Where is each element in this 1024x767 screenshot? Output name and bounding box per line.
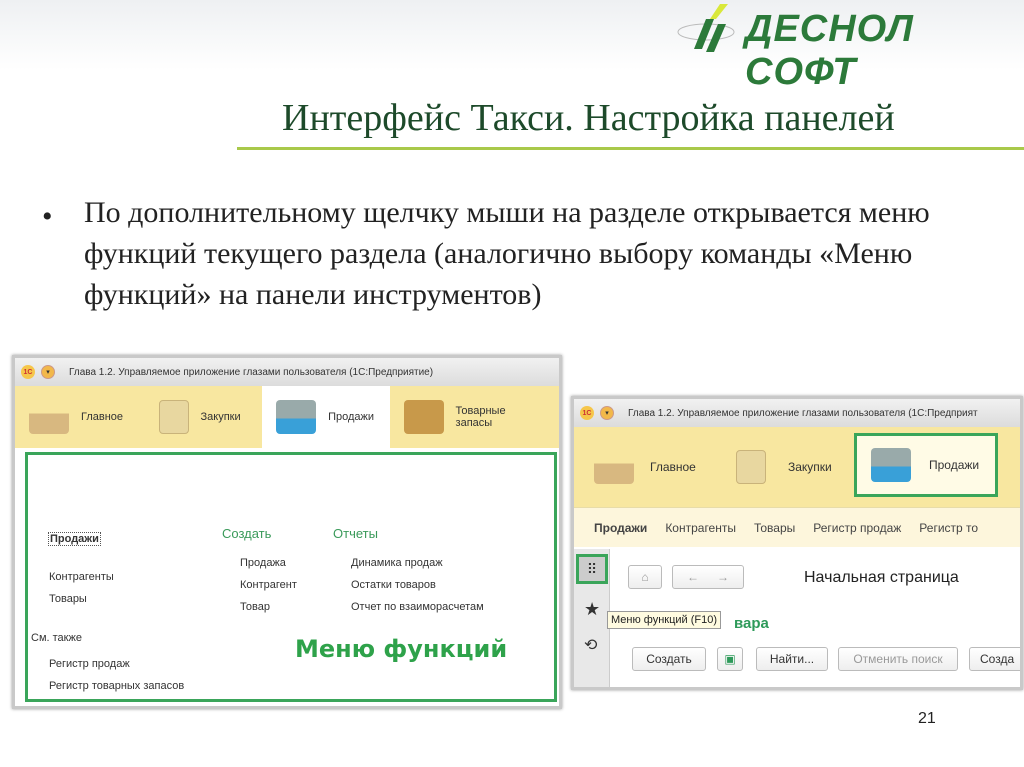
tab-sales[interactable]: Продажи [262,386,390,448]
function-menu-grid-icon[interactable]: ⠿ [576,554,608,584]
title-underline [237,147,1024,150]
tab-main[interactable]: Главное [574,427,722,507]
cash-register-icon [871,448,911,482]
tab-inventory[interactable]: Товарные запасы [390,386,559,448]
logo-text: ДЕСНОЛ СОФТ [745,8,914,93]
arrow-right-icon[interactable]: → [717,570,729,584]
tab-purchases[interactable]: Закупки [722,427,854,507]
create-sale[interactable]: Продажа [240,557,286,569]
home-button[interactable]: ⌂ [628,565,662,589]
tools-panel: ⠿ ★ ⟲ [574,549,610,687]
menu-dropdown-icon[interactable]: ▾ [41,365,55,379]
bullet-icon: • [42,200,53,233]
tab-label: Закупки [200,411,241,423]
reports-heading: Отчеты [333,526,378,541]
nav-inventory-register[interactable]: Регистр то [919,521,978,535]
tab-label: Главное [81,411,124,423]
section-panel: Главное Закупки Продажи Товарные запасы [15,386,559,448]
1c-logo-icon: 1С [580,406,594,420]
tab-sales[interactable]: Продажи [854,433,998,497]
box-icon [403,400,444,434]
page-number: 21 [918,710,936,727]
create-heading: Создать [222,526,272,541]
list-title: вара [734,615,769,632]
logo-icon [677,4,735,52]
create-counterparty[interactable]: Контрагент [240,579,297,591]
report-stock[interactable]: Остатки товаров [351,579,436,591]
screenshot-toolbar: 1С ▾ Глава 1.2. Управляемое приложение гла… [571,396,1023,690]
home-icon: ⌂ [641,570,649,584]
see-also-inventory-register[interactable]: Регистр товарных запасов [49,680,184,692]
function-menu-panel: Продажи Контрагенты Товары См. также Рег… [25,452,557,702]
favorites-star-icon[interactable]: ★ [584,599,600,620]
tab-label: Продажи [929,458,980,472]
tab-label: Товарные запасы [455,405,506,429]
tooltip: Меню функций (F10) [607,611,722,629]
nav-sales-register[interactable]: Регистр продаж [813,521,901,535]
section-panel: Главное Закупки Продажи [574,427,1020,507]
report-settlements[interactable]: Отчет по взаиморасчетам [351,601,484,613]
cash-register-icon [276,400,317,434]
tab-purchases[interactable]: Закупки [145,386,263,448]
logo [676,4,746,54]
create-copy-button[interactable]: ▣ [717,647,743,671]
nav-item-counterparties[interactable]: Контрагенты [49,571,114,583]
history-icon[interactable]: ⟲ [584,635,597,655]
create-goods[interactable]: Товар [240,601,270,613]
menu-dropdown-icon[interactable]: ▾ [600,406,614,420]
slide-title: Интерфейс Такси. Настройка панелей [282,97,895,139]
find-button[interactable]: Найти... [756,647,828,671]
nav-sales[interactable]: Продажи [594,521,647,535]
create-button-2[interactable]: Созда [969,647,1020,671]
window-title: Глава 1.2. Управляемое приложение глазам… [69,366,434,378]
page-title: Начальная страница [804,569,959,586]
screenshot-function-menu: 1С ▾ Глава 1.2. Управляемое приложение гла… [12,355,562,709]
see-also-label: См. также [31,632,82,644]
bullet-text: По дополнительному щелчку мыши на раздел… [84,196,930,311]
title-bar: 1С ▾ Глава 1.2. Управляемое приложение гла… [574,399,1020,427]
nav-item-sales[interactable]: Продажи [48,532,101,546]
nav-goods[interactable]: Товары [754,521,795,535]
see-also-sales-register[interactable]: Регистр продаж [49,658,130,670]
desk-lamp-icon [29,400,69,434]
tab-label: Продажи [328,411,375,423]
document-add-icon: ▣ [724,652,736,666]
report-sales-dynamics[interactable]: Динамика продаж [351,557,443,569]
section-nav-bar: Продажи Контрагенты Товары Регистр прода… [574,507,1020,547]
cancel-search-button[interactable]: Отменить поиск [838,647,958,671]
function-menu-caption: Меню функций [295,635,508,663]
shopping-bag-icon [158,400,189,434]
window-title: Глава 1.2. Управляемое приложение глазам… [628,407,978,419]
back-forward-buttons[interactable]: ← → [672,565,744,589]
create-button[interactable]: Создать [632,647,706,671]
arrow-left-icon[interactable]: ← [687,570,699,584]
nav-item-goods[interactable]: Товары [49,593,87,605]
tab-main[interactable]: Главное [15,386,145,448]
title-bar: 1С ▾ Глава 1.2. Управляемое приложение гла… [15,358,559,386]
1c-logo-icon: 1С [21,365,35,379]
desk-lamp-icon [594,450,634,484]
shopping-bag-icon [736,450,766,484]
tab-label: Закупки [788,460,832,474]
tab-label: Главное [650,460,696,474]
nav-counterparties[interactable]: Контрагенты [665,521,736,535]
